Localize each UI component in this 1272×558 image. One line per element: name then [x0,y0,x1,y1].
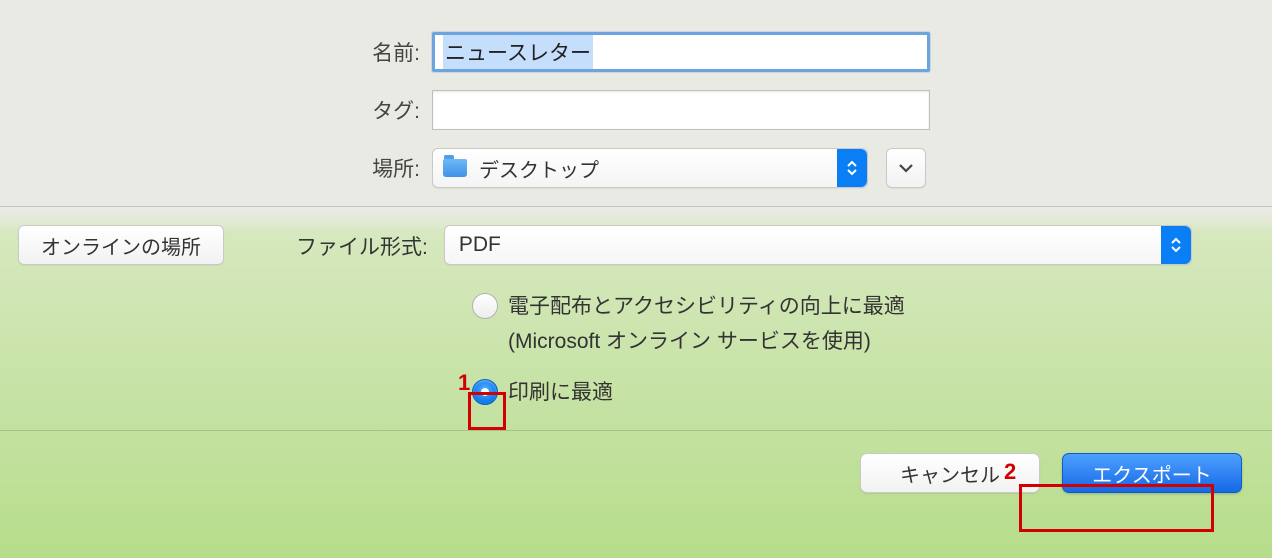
radio-opt-online-label: 電子配布とアクセシビリティの向上に最適 [508,291,905,323]
annotation-number-1: 1 [458,370,470,396]
location-value: デスクトップ [479,154,599,183]
name-input[interactable]: ニュースレター [432,32,930,72]
name-label: 名前: [0,37,432,67]
cancel-button[interactable]: キャンセル [860,453,1040,493]
updown-icon [837,149,867,187]
radio-opt-online-sub: (Microsoft オンライン サービスを使用) [508,325,1272,355]
location-label: 場所: [0,153,432,183]
dialog-buttons: キャンセル エクスポート [0,431,1272,493]
export-label: エクスポート [1092,459,1211,488]
file-format-select[interactable]: PDF [444,225,1192,265]
row-location: 場所: デスクトップ [0,148,1272,188]
updown-icon [1161,226,1191,264]
radio-icon [472,379,498,405]
tags-label: タグ: [0,95,432,125]
name-input-selected-text: ニュースレター [443,35,593,69]
file-format-label: ファイル形式: [296,225,428,261]
radio-opt-print[interactable]: 印刷に最適 [472,377,1272,409]
radio-icon [472,293,498,319]
chevron-down-icon [898,163,914,173]
row-name: 名前: ニュースレター [0,32,1272,72]
folder-icon [443,159,467,177]
optimize-radio-group: 電子配布とアクセシビリティの向上に最適 (Microsoft オンライン サービ… [472,291,1272,408]
location-select[interactable]: デスクトップ [432,148,868,188]
tags-input[interactable] [432,90,930,130]
row-tags: タグ: [0,90,1272,130]
radio-opt-print-label: 印刷に最適 [508,377,613,409]
file-format-value: PDF [459,233,501,257]
online-locations-label: オンラインの場所 [41,231,201,260]
export-button[interactable]: エクスポート [1062,453,1242,493]
online-locations-button[interactable]: オンラインの場所 [18,225,224,265]
expand-button[interactable] [886,148,926,188]
radio-opt-online[interactable]: 電子配布とアクセシビリティの向上に最適 [472,291,1272,323]
save-panel-top: 名前: ニュースレター タグ: 場所: デスクトップ [0,0,1272,188]
file-format-section: オンラインの場所 ファイル形式: PDF [0,207,1272,265]
cancel-label: キャンセル [900,459,1000,488]
